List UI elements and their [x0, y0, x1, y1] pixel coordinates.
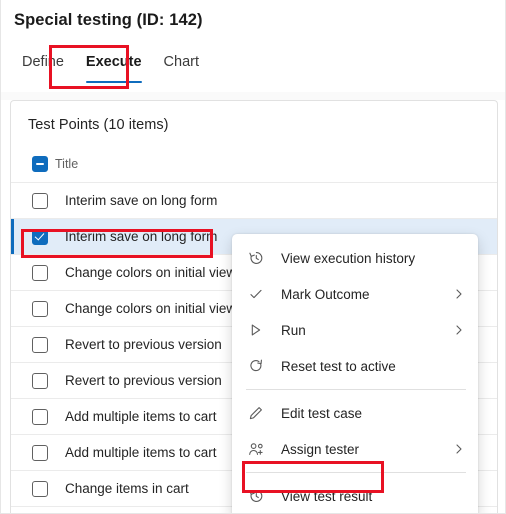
- checkmark-icon: [246, 284, 266, 304]
- tab-execute[interactable]: Execute: [75, 40, 153, 84]
- person-add-icon: [246, 439, 266, 459]
- test-plan-execute-page: Special testing (ID: 142) Define Execute…: [0, 0, 506, 514]
- row-label: Revert to previous version: [65, 373, 222, 388]
- chevron-right-icon: [452, 442, 466, 456]
- row-label: Change items in cart: [65, 481, 189, 496]
- row-checkbox[interactable]: [32, 336, 48, 353]
- menu-item-label: Run: [281, 322, 306, 338]
- chevron-right-icon: [452, 323, 466, 337]
- row-label: Change colors on initial view: [65, 301, 237, 316]
- row-label: Add multiple items to cart: [65, 445, 217, 460]
- tab-strip: Define Execute Chart: [1, 40, 505, 92]
- page-header: Special testing (ID: 142): [1, 0, 505, 40]
- row-label: Interim save on long form: [65, 193, 218, 208]
- menu-item-label: View test result: [281, 488, 373, 504]
- menu-item-label: Edit test case: [281, 405, 363, 421]
- menu-item-assign-tester[interactable]: Assign tester: [232, 431, 478, 467]
- menu-divider: [246, 472, 466, 473]
- menu-item-label: View execution history: [281, 250, 416, 266]
- page-title: Special testing (ID: 142): [14, 10, 203, 29]
- menu-item-label: Mark Outcome: [281, 286, 370, 302]
- play-icon: [246, 320, 266, 340]
- row-checkbox[interactable]: [32, 444, 48, 461]
- tab-define[interactable]: Define: [11, 40, 75, 84]
- menu-item-mark-outcome[interactable]: Mark Outcome: [232, 276, 478, 312]
- menu-item-reset-test-to-active[interactable]: Reset test to active: [232, 348, 478, 384]
- column-header-title[interactable]: Title: [55, 157, 78, 171]
- table-row[interactable]: Interim save on long form: [11, 183, 497, 219]
- row-label: Interim save on long form: [65, 229, 218, 244]
- row-checkbox[interactable]: [32, 408, 48, 425]
- context-menu: View execution history Mark Outcome Run …: [232, 234, 478, 513]
- tab-chart[interactable]: Chart: [153, 40, 210, 84]
- menu-item-view-test-result[interactable]: View test result: [232, 478, 478, 513]
- row-checkbox[interactable]: [32, 264, 48, 281]
- row-checkbox-checked[interactable]: [32, 228, 48, 245]
- chevron-right-icon: [452, 287, 466, 301]
- grid-header: Title: [11, 145, 497, 183]
- tab-chart-label: Chart: [163, 54, 200, 70]
- history-icon: [246, 486, 266, 506]
- menu-item-run[interactable]: Run: [232, 312, 478, 348]
- pencil-icon: [246, 403, 266, 423]
- row-checkbox[interactable]: [32, 480, 48, 497]
- row-checkbox[interactable]: [32, 192, 48, 209]
- menu-item-view-execution-history[interactable]: View execution history: [232, 240, 478, 276]
- row-label: Revert to previous version: [65, 337, 222, 352]
- row-checkbox[interactable]: [32, 300, 48, 317]
- row-checkbox[interactable]: [32, 372, 48, 389]
- menu-item-edit-test-case[interactable]: Edit test case: [232, 395, 478, 431]
- history-icon: [246, 248, 266, 268]
- tab-execute-label: Execute: [85, 54, 142, 70]
- header-divider: [1, 92, 505, 100]
- refresh-icon: [246, 356, 266, 376]
- tab-define-label: Define: [22, 54, 64, 70]
- menu-item-label: Assign tester: [281, 441, 360, 457]
- select-all-checkbox[interactable]: [32, 155, 48, 172]
- row-label: Add multiple items to cart: [65, 409, 217, 424]
- test-points-title: Test Points (10 items): [28, 117, 169, 133]
- menu-divider: [246, 389, 466, 390]
- menu-item-label: Reset test to active: [281, 358, 396, 374]
- row-label: Change colors on initial view: [65, 265, 237, 280]
